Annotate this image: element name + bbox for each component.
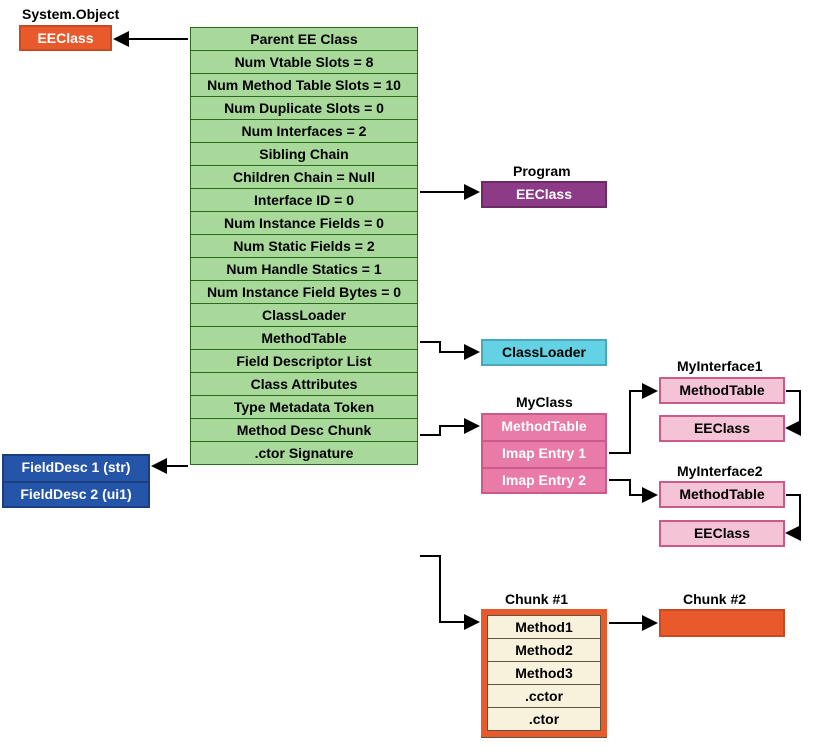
program-label: Program: [513, 163, 571, 179]
field-num-duplicate-slots: Num Duplicate Slots = 0: [190, 96, 418, 119]
chunk2-box: [659, 609, 785, 637]
chunk1-label: Chunk #1: [505, 591, 568, 607]
field-num-static-fields: Num Static Fields = 2: [190, 234, 418, 257]
field-classloader: ClassLoader: [190, 303, 418, 326]
ee-class-structure: Parent EE Class Num Vtable Slots = 8 Num…: [190, 27, 418, 465]
classloader-box: ClassLoader: [481, 339, 607, 366]
field-desc-1: FieldDesc 1 (str): [2, 454, 150, 481]
chunk2-label: Chunk #2: [683, 591, 746, 607]
field-sibling-chain: Sibling Chain: [190, 142, 418, 165]
field-num-method-table-slots: Num Method Table Slots = 10: [190, 73, 418, 96]
chunk1-method2: Method2: [487, 638, 601, 661]
field-num-interfaces: Num Interfaces = 2: [190, 119, 418, 142]
chunk1-box: Method1 Method2 Method3 .cctor .ctor: [481, 609, 607, 738]
field-field-descriptor-list: Field Descriptor List: [190, 349, 418, 372]
myclass-methodtable: MethodTable: [481, 413, 607, 440]
interface1-eeclass: EEClass: [659, 415, 785, 442]
field-ctor-signature: .ctor Signature: [190, 441, 418, 464]
myinterface1-label: MyInterface1: [677, 358, 763, 374]
chunk1-method3: Method3: [487, 661, 601, 684]
interface2-eeclass: EEClass: [659, 520, 785, 547]
field-type-metadata-token: Type Metadata Token: [190, 395, 418, 418]
chunk1-cctor: .cctor: [487, 684, 601, 707]
myinterface2-label: MyInterface2: [677, 463, 763, 479]
myclass-label: MyClass: [516, 394, 573, 410]
field-num-handle-statics: Num Handle Statics = 1: [190, 257, 418, 280]
interface1-methodtable: MethodTable: [659, 377, 785, 404]
myclass-imap-entry-2: Imap Entry 2: [481, 467, 607, 494]
field-desc-2: FieldDesc 2 (ui1): [2, 481, 150, 508]
interface2-methodtable: MethodTable: [659, 481, 785, 508]
field-methodtable: MethodTable: [190, 326, 418, 349]
field-method-desc-chunk: Method Desc Chunk: [190, 418, 418, 441]
field-interface-id: Interface ID = 0: [190, 188, 418, 211]
myclass-imap-entry-1: Imap Entry 1: [481, 440, 607, 467]
system-object-label: System.Object: [22, 6, 119, 22]
field-num-instance-fields: Num Instance Fields = 0: [190, 211, 418, 234]
field-class-attributes: Class Attributes: [190, 372, 418, 395]
field-num-instance-field-bytes: Num Instance Field Bytes = 0: [190, 280, 418, 303]
field-children-chain: Children Chain = Null: [190, 165, 418, 188]
field-num-vtable-slots: Num Vtable Slots = 8: [190, 50, 418, 73]
chunk1-ctor: .ctor: [487, 707, 601, 730]
chunk1-method1: Method1: [487, 615, 601, 638]
program-eeclass-box: EEClass: [481, 181, 607, 208]
field-parent-ee-class: Parent EE Class: [190, 27, 418, 50]
eeclass-box-left: EEClass: [19, 25, 112, 51]
